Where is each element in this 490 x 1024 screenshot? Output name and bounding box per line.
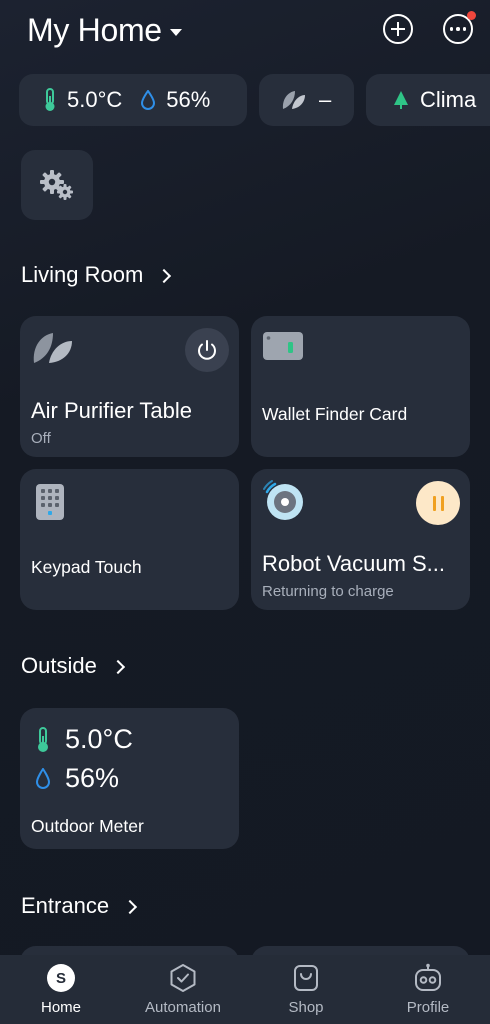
device-card-robot-vacuum[interactable]: Robot Vacuum S... Returning to charge — [251, 469, 470, 610]
home-selector[interactable]: My Home — [27, 12, 182, 49]
tab-home[interactable]: S Home — [0, 955, 122, 1024]
section-title-outside: Outside — [21, 653, 97, 678]
air-quality-value: – — [319, 87, 332, 112]
climate-reading-chip[interactable]: 5.0°C 56% — [19, 74, 247, 126]
device-card-outdoor-meter[interactable]: 5.0°C 56% Outdoor Meter — [20, 708, 239, 849]
automation-icon — [168, 962, 198, 994]
keypad-icon — [36, 484, 64, 520]
section-title-entrance: Entrance — [21, 893, 110, 918]
meter-humidity-row: 56% — [35, 763, 119, 794]
more-dots-icon — [449, 27, 467, 31]
water-drop-icon — [35, 767, 51, 789]
humidity-value: 56% — [166, 87, 211, 112]
device-name: Robot Vacuum S... — [262, 551, 446, 576]
water-drop-icon — [141, 90, 156, 110]
tab-label: Shop — [288, 999, 324, 1016]
tab-label: Profile — [406, 999, 450, 1016]
leaf-icon — [33, 333, 72, 363]
meter-humidity-value: 56% — [65, 763, 120, 793]
robot-vacuum-icon — [263, 480, 303, 520]
power-icon — [198, 340, 216, 360]
tree-icon — [394, 91, 408, 109]
pause-button[interactable] — [416, 481, 460, 525]
temperature-value: 5.0°C — [67, 87, 123, 112]
device-name: Keypad Touch — [31, 557, 142, 577]
section-living-room[interactable]: Living Room — [21, 262, 172, 288]
scene-settings-button[interactable] — [21, 150, 93, 220]
climate-label: Clima — [420, 87, 477, 112]
climate-chip[interactable]: Clima — [366, 74, 490, 126]
pause-icon — [432, 495, 436, 511]
thermometer-icon — [45, 88, 55, 111]
device-card-air-purifier[interactable]: Air Purifier Table Off — [20, 316, 239, 457]
chevron-right-icon — [157, 268, 172, 284]
meter-temperature-value: 5.0°C — [65, 724, 133, 754]
more-button[interactable] — [443, 11, 476, 44]
tab-profile[interactable]: Profile — [367, 955, 489, 1024]
section-entrance[interactable]: Entrance — [21, 893, 138, 919]
meter-temperature-row: 5.0°C — [35, 724, 133, 755]
tab-label: Home — [40, 999, 81, 1016]
profile-robot-icon — [412, 962, 444, 994]
air-quality-chip[interactable]: – — [259, 74, 354, 126]
header: My Home — [0, 10, 490, 54]
device-name: Outdoor Meter — [31, 816, 144, 836]
section-outside[interactable]: Outside — [21, 653, 125, 679]
card-icon — [263, 332, 303, 360]
device-card-wallet-finder[interactable]: Wallet Finder Card — [251, 316, 470, 457]
tab-automation[interactable]: Automation — [122, 955, 244, 1024]
gears-icon — [40, 170, 73, 200]
chevron-right-icon — [110, 659, 125, 675]
avatar-letter: S — [55, 970, 66, 987]
section-title-living-room: Living Room — [21, 262, 144, 287]
shop-icon — [291, 962, 321, 994]
page-title: My Home — [27, 12, 162, 48]
power-button[interactable] — [185, 328, 229, 372]
chevron-right-icon — [122, 899, 138, 915]
home-avatar-icon: S — [46, 962, 76, 994]
device-name: Wallet Finder Card — [262, 404, 408, 424]
device-name: Air Purifier Table — [31, 398, 192, 423]
tab-label: Automation — [145, 999, 221, 1016]
device-card-keypad[interactable]: Keypad Touch — [20, 469, 239, 610]
bottom-tab-bar: S Home Automation Shop Profile — [0, 955, 490, 1024]
add-button[interactable] — [383, 14, 413, 44]
device-status: Returning to charge — [262, 583, 394, 600]
caret-down-icon — [169, 29, 182, 36]
app-screen: My Home 5.0°C 56% – Clima Living Room Ai… — [0, 0, 490, 1024]
device-status: Off — [31, 430, 51, 447]
tab-shop[interactable]: Shop — [245, 955, 367, 1024]
summary-chips: 5.0°C 56% – Clima — [19, 74, 490, 126]
thermometer-icon — [38, 726, 48, 752]
leaf-icon — [282, 91, 305, 109]
notification-dot — [467, 11, 476, 20]
